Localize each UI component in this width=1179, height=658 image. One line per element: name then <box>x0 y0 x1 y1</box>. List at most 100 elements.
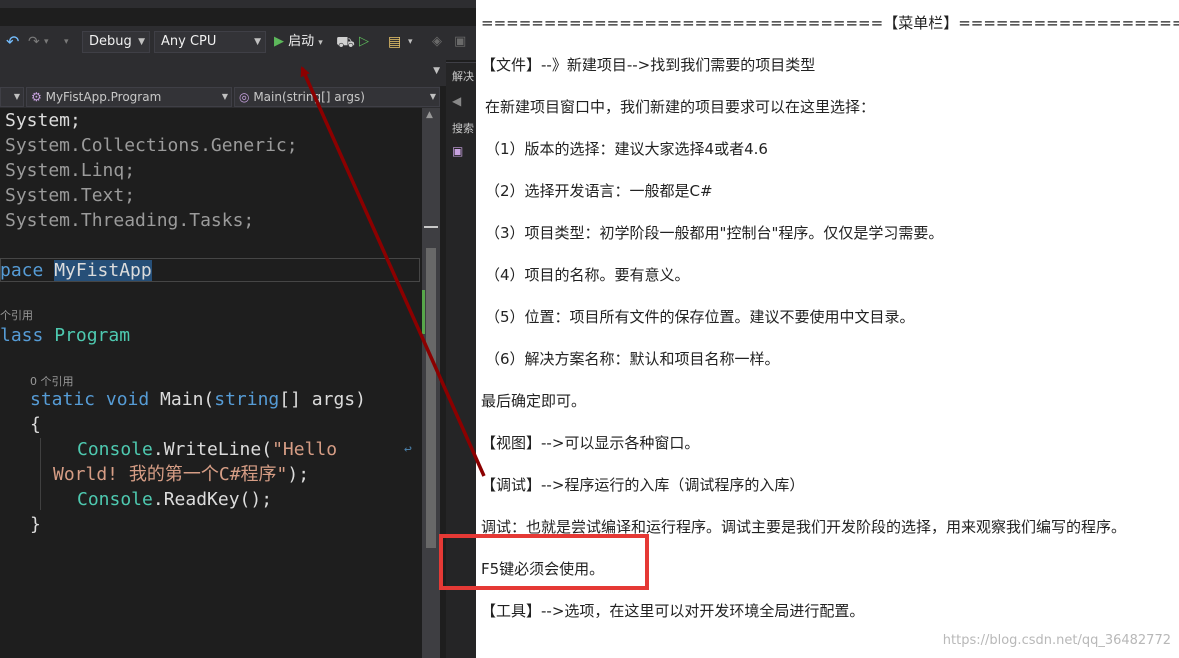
scroll-thumb[interactable] <box>426 248 436 548</box>
writeline-call: .WriteLine( <box>152 439 273 460</box>
code-text: System; <box>5 110 81 131</box>
chevron-down-icon: ▾ <box>318 38 323 48</box>
code-line: { <box>30 413 41 437</box>
word-wrap-icon: ↩ <box>404 442 412 457</box>
save-icon[interactable]: ▣ <box>454 30 466 54</box>
console-class: Console <box>77 439 153 460</box>
search-field[interactable]: 搜索 <box>452 120 474 136</box>
note-item-6: （6）解决方案名称：默认和项目名称一样。 <box>485 350 780 368</box>
reference-count[interactable]: 个引用 <box>0 307 33 323</box>
statement-end: ); <box>287 464 310 485</box>
note-item-4: （4）项目的名称。要有意义。 <box>485 266 690 284</box>
start-label: 启动 <box>288 34 315 49</box>
scroll-up-icon[interactable]: ▲ <box>426 110 433 120</box>
code-line: System; <box>5 109 81 133</box>
new-project-intro: 在新建项目窗口中，我们新建的项目要求可以在这里选择： <box>485 98 876 116</box>
code-line: static void Main(string[] args) <box>30 388 366 412</box>
tab-overflow-icon[interactable]: ▼ <box>433 66 440 76</box>
class-combo-value: MyFistApp.Program <box>45 90 162 104</box>
configuration-combo[interactable]: Debug ▼ <box>82 31 150 53</box>
project-combo[interactable]: ▼ <box>0 87 24 107</box>
indent-guide <box>40 438 41 510</box>
code-text: System.Linq; <box>5 160 136 181</box>
change-marker <box>422 290 425 334</box>
code-text: System.Threading.Tasks; <box>5 210 255 231</box>
play-icon: ▶ <box>274 34 284 49</box>
chevron-down-icon: ▼ <box>13 92 20 101</box>
find-in-files-icon[interactable]: ▤ <box>388 30 401 54</box>
class-icon: ⚙ <box>31 90 42 104</box>
console-class: Console <box>77 489 153 510</box>
code-line: World! 我的第一个C#程序"); <box>53 463 309 487</box>
string-literal: "Hello <box>272 439 338 460</box>
param-type: string <box>214 389 280 410</box>
namespace-name: MyFistApp <box>54 260 152 281</box>
code-line: pace MyFistApp <box>0 259 152 283</box>
chevron-down-icon: ▼ <box>221 92 228 101</box>
note-item-3: （3）项目类型：初学阶段一般都用"控制台"程序。仅仅是学习需要。 <box>485 224 944 242</box>
configuration-value: Debug <box>89 34 132 49</box>
code-line: System.Text; <box>5 184 135 208</box>
code-editor[interactable]: System; System.Collections.Generic; Syst… <box>0 108 422 658</box>
code-line: lass Program <box>0 324 130 348</box>
class-name: Program <box>54 325 131 346</box>
readkey-call: .ReadKey(); <box>152 489 273 510</box>
visual-studio-window: ↶ ↷ ▾ ▾ Debug ▼ Any CPU ▼ ▶ 启动 ▾ ⛟ ▷ ▤ ▾… <box>0 0 476 658</box>
params-rest: [] args) <box>279 389 366 410</box>
file-menu-note: 【文件】--》新建项目-->找到我们需要的项目类型 <box>481 56 816 74</box>
open-brace: { <box>30 414 41 435</box>
namespace-keyword: pace <box>0 260 44 281</box>
standard-toolbar: ↶ ↷ ▾ ▾ Debug ▼ Any CPU ▼ ▶ 启动 ▾ ⛟ ▷ ▤ ▾… <box>0 26 476 60</box>
watermark: https://blog.csdn.net/qq_36482772 <box>942 633 1171 648</box>
close-brace: } <box>30 514 41 535</box>
chevron-down-icon: ▼ <box>254 37 261 47</box>
redo-dropdown-icon[interactable]: ▾ <box>44 30 49 54</box>
undo-dropdown-icon[interactable]: ▾ <box>64 30 69 54</box>
code-line: Console.ReadKey(); <box>77 488 272 512</box>
reference-count[interactable]: 0 个引用 <box>30 373 74 389</box>
note-item-2: （2）选择开发语言：一般都是C# <box>485 182 713 200</box>
platform-value: Any CPU <box>161 34 217 49</box>
attach-process-icon[interactable]: ⛟ <box>336 30 355 54</box>
tools-menu-note: 【工具】-->选项，在这里可以对开发环境全局进行配置。 <box>481 602 865 620</box>
string-literal: World! 我的第一个C#程序" <box>53 464 288 485</box>
code-text: System.Text; <box>5 185 136 206</box>
scroll-position-marker <box>424 226 438 228</box>
method-name: Main( <box>149 389 215 410</box>
navigation-bar: ▼ ⚙ MyFistApp.Program ▼ ◎ Main(string[] … <box>0 86 440 108</box>
chevron-down-icon[interactable]: ▾ <box>408 30 413 54</box>
chevron-down-icon: ▼ <box>138 37 145 47</box>
code-line: System.Threading.Tasks; <box>5 209 254 233</box>
divider <box>446 62 476 63</box>
chevron-down-icon: ▼ <box>429 92 436 101</box>
code-line: Console.WriteLine("Hello <box>77 438 337 462</box>
redo-icon[interactable]: ↷ <box>28 30 40 54</box>
panel-tab[interactable]: 解决 <box>452 68 474 84</box>
platform-combo[interactable]: Any CPU ▼ <box>154 31 266 53</box>
confirm-note: 最后确定即可。 <box>481 392 587 410</box>
note-item-5: （5）位置：项目所有文件的保存位置。建议不要使用中文目录。 <box>485 308 915 326</box>
note-item-1: （1）版本的选择：建议大家选择4或者4.6 <box>485 140 768 158</box>
menu-header: ================================【菜单栏】===… <box>481 14 1179 32</box>
class-keyword: lass <box>0 325 44 346</box>
start-without-debug-icon[interactable]: ▷ <box>359 30 369 54</box>
class-combo[interactable]: ⚙ MyFistApp.Program ▼ <box>26 87 232 107</box>
code-line: } <box>30 513 41 537</box>
start-button[interactable]: ▶ 启动 ▾ <box>274 30 323 54</box>
code-text: System.Collections.Generic; <box>5 135 298 156</box>
view-menu-note: 【视图】-->可以显示各种窗口。 <box>481 434 700 452</box>
code-line: System.Linq; <box>5 159 135 183</box>
menu-strip <box>0 0 476 8</box>
undo-icon[interactable]: ↶ <box>6 30 19 54</box>
method-icon: ◎ <box>239 90 250 104</box>
back-icon[interactable]: ◀ <box>452 94 461 108</box>
member-combo[interactable]: ◎ Main(string[] args) ▼ <box>234 87 440 107</box>
debug-menu-note: 【调试】-->程序运行的入库（调试程序的入库） <box>481 476 805 494</box>
vertical-scrollbar[interactable]: ▲ <box>422 108 440 658</box>
bookmark-icon[interactable]: ◈ <box>432 30 442 54</box>
member-combo-value: Main(string[] args) <box>253 90 365 104</box>
solution-icon: ▣ <box>452 144 464 158</box>
method-modifiers: static void <box>30 389 150 410</box>
highlight-box <box>439 534 649 590</box>
document-tab-strip: ▼ <box>0 60 446 86</box>
